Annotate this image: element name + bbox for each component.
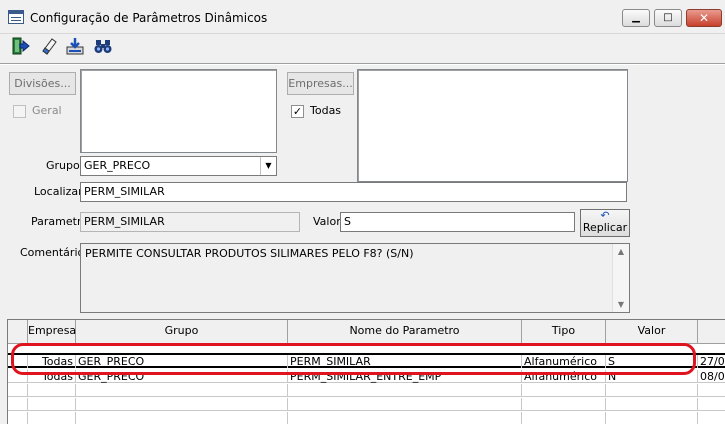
row-indicator <box>8 355 28 368</box>
cell-tipo: Alfanumérico <box>522 355 606 368</box>
empresas-list[interactable] <box>357 69 628 182</box>
cell-grupo: GER_PRECO <box>76 370 288 383</box>
valor-label: Valor <box>313 215 341 228</box>
close-button[interactable]: ✕ <box>686 9 722 27</box>
exit-icon <box>12 37 30 55</box>
grupo-select[interactable]: GER_PRECO ▼ <box>80 156 277 176</box>
exit-button[interactable] <box>10 36 32 58</box>
cell-extra: 08/0 <box>700 370 725 383</box>
cell-grupo: GER_PRECO <box>76 355 288 368</box>
table-row[interactable]: Todas GER_PRECO PERM_SIMILAR Alfanuméric… <box>8 353 725 368</box>
cell-valor: S <box>606 355 698 368</box>
empty-row <box>8 384 725 397</box>
search-button[interactable] <box>92 36 114 58</box>
cell-empresa: Todas <box>28 370 76 383</box>
maximize-button[interactable]: □ <box>654 9 682 27</box>
toolbar-separator <box>0 63 725 65</box>
download-icon <box>66 38 84 55</box>
scroll-up-icon[interactable]: ▲ <box>613 247 629 256</box>
parametro-field: PERM_SIMILAR <box>80 212 300 232</box>
cell-nome: PERM_SIMILAR_ENTRE_EMP <box>288 370 522 383</box>
localizar-input[interactable]: PERM_SIMILAR <box>80 182 627 202</box>
cell-empresa: Todas <box>28 355 76 368</box>
parameters-grid[interactable]: Empresa Grupo Nome do Parametro Tipo Val… <box>7 319 725 424</box>
undo-icon: ↶ <box>600 209 610 222</box>
binoculars-icon <box>94 40 112 53</box>
save-button[interactable] <box>64 36 86 58</box>
eraser-icon <box>42 38 57 55</box>
empty-row <box>8 412 725 424</box>
table-row[interactable]: Todas GER_PRECO PERM_SIMILAR_ENTRE_EMP A… <box>8 370 725 383</box>
cell-extra: 27/0 <box>700 355 725 368</box>
comentarios-text: PERMITE CONSULTAR PRODUTOS SILIMARES PEL… <box>85 247 414 260</box>
window-app-icon <box>8 10 24 24</box>
column-header-tipo[interactable]: Tipo <box>522 320 606 344</box>
column-header-grupo[interactable]: Grupo <box>76 320 288 344</box>
column-header-empresa[interactable]: Empresa <box>28 320 76 344</box>
chevron-down-icon[interactable]: ▼ <box>260 157 276 175</box>
divisoes-list[interactable] <box>80 69 277 153</box>
replicar-button[interactable]: ↶ Replicar <box>580 209 630 237</box>
scroll-down-icon[interactable]: ▼ <box>613 300 629 309</box>
comentarios-scrollbar[interactable]: ▲ ▼ <box>612 244 629 312</box>
title-bar: Configuração de Parâmetros Dinâmicos ▁ □… <box>0 0 725 34</box>
grupo-value: GER_PRECO <box>84 159 151 172</box>
grupo-label: Grupo <box>46 159 80 172</box>
empty-row <box>8 398 725 411</box>
cell-tipo: Alfanumérico <box>522 370 606 383</box>
row-indicator <box>8 370 28 383</box>
divisoes-button[interactable]: Divisões... <box>9 72 76 95</box>
cell-nome: PERM_SIMILAR <box>288 355 522 368</box>
geral-label: Geral <box>32 104 62 117</box>
comentarios-memo[interactable]: PERMITE CONSULTAR PRODUTOS SILIMARES PEL… <box>80 243 630 313</box>
cell-valor: N <box>606 370 698 383</box>
localizar-label: Localizar <box>34 185 83 198</box>
column-header-extra[interactable] <box>698 320 725 344</box>
empresas-button[interactable]: Empresas... <box>287 72 354 95</box>
todas-label: Todas <box>310 104 342 117</box>
row-indicator-header <box>8 320 28 344</box>
todas-checkbox[interactable]: ✓ <box>291 105 304 118</box>
replicar-label: Replicar <box>582 221 628 234</box>
column-header-valor[interactable]: Valor <box>606 320 698 344</box>
clear-button[interactable] <box>38 36 60 58</box>
geral-checkbox[interactable] <box>13 105 26 118</box>
minimize-button[interactable]: ▁ <box>622 9 650 27</box>
valor-input[interactable]: S <box>340 212 575 232</box>
window-title: Configuração de Parâmetros Dinâmicos <box>30 11 268 25</box>
column-header-nome[interactable]: Nome do Parametro <box>288 320 522 344</box>
